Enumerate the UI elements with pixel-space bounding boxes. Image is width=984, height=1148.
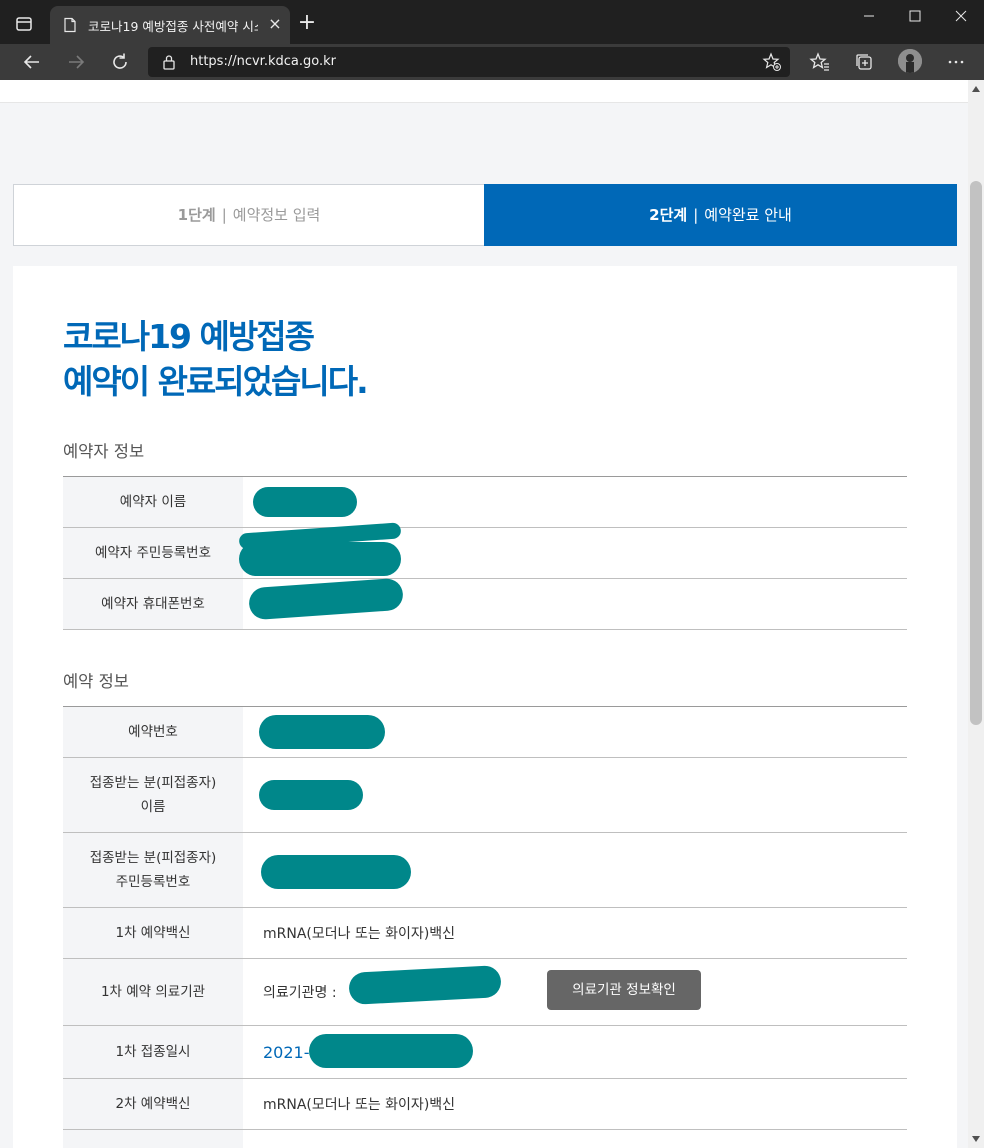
redaction-mark (259, 715, 385, 749)
back-icon[interactable] (20, 50, 44, 74)
row-value: mRNA(모더나 또는 화이자)백신 (263, 926, 456, 942)
scrollbar-thumb[interactable] (970, 181, 982, 725)
reservation-info-table: 예약번호 접종받는 분(피접종자) 이름 접종받는 분(피접종자) 주민등록번호… (63, 706, 907, 1148)
step-2-number: 2단계 (649, 206, 688, 224)
page-icon (64, 17, 76, 33)
completion-headline: 코로나19 예방접종 예약이 완료되었습니다. (63, 314, 369, 404)
redaction-mark (261, 855, 411, 889)
add-favorite-icon[interactable] (762, 52, 782, 72)
row-label: 1차 예약백신 (63, 908, 243, 958)
table-row: 1차 예약백신 mRNA(모더나 또는 화이자)백신 (63, 908, 907, 959)
step-1-number: 1단계 (177, 206, 216, 224)
step-2-separator: | (693, 206, 699, 224)
more-options-icon[interactable] (944, 50, 968, 74)
step-2-label: 예약완료 안내 (704, 206, 792, 224)
row-value (243, 1130, 907, 1148)
scroll-down-arrow-icon[interactable] (972, 1136, 980, 1142)
table-row: 2차 예약백신 mRNA(모더나 또는 화이자)백신 (63, 1079, 907, 1130)
redaction-mark (259, 780, 363, 810)
row-label: 1차 예약 의료기관 (63, 959, 243, 1025)
profile-avatar[interactable] (898, 49, 922, 73)
row-label: 예약자 주민등록번호 (63, 528, 243, 578)
close-window-button[interactable] (938, 0, 984, 32)
maximize-button[interactable] (892, 0, 938, 32)
browser-toolbar: https://ncvr.kdca.go.kr (0, 44, 984, 80)
scroll-up-arrow-icon[interactable] (972, 86, 980, 92)
page-viewport: 1단계 | 예약정보 입력 2단계 | 예약완료 안내 코로나19 예방접종 예약이 완… (0, 80, 968, 1148)
table-row: 접종받는 분(피접종자) 이름 (63, 758, 907, 833)
redaction-mark (309, 1034, 473, 1068)
browser-titlebar: 코로나19 예방접종 사전예약 시스템 × + (0, 0, 984, 44)
redaction-mark (239, 542, 401, 576)
redaction-mark (253, 487, 357, 517)
row-label: 2차 예약백신 (63, 1079, 243, 1129)
page-scrollbar[interactable] (968, 80, 984, 1148)
lock-icon[interactable] (162, 54, 176, 70)
reserver-info-table: 예약자 이름 예약자 주민등록번호 예약자 휴대폰번호 (63, 476, 907, 630)
table-row: 1차 예약 의료기관 의료기관명 : 의료기관 정보확인 (63, 959, 907, 1026)
tab-actions-icon[interactable] (14, 14, 34, 34)
row-label (63, 1130, 243, 1148)
header-strip (0, 80, 968, 103)
row-label: 1차 접종일시 (63, 1026, 243, 1078)
result-card: 코로나19 예방접종 예약이 완료되었습니다. 예약자 정보 예약자 이름 예약… (13, 266, 957, 1148)
headline-line-2: 예약이 완료되었습니다. (63, 362, 369, 401)
browser-tab[interactable]: 코로나19 예방접종 사전예약 시스템 × (50, 6, 290, 44)
refresh-icon[interactable] (108, 50, 132, 74)
row-value: mRNA(모더나 또는 화이자)백신 (263, 1097, 456, 1113)
table-row: 예약자 주민등록번호 (63, 522, 907, 579)
minimize-button[interactable] (846, 0, 892, 32)
table-row: 예약번호 (63, 707, 907, 758)
table-row: 접종받는 분(피접종자) 주민등록번호 (63, 833, 907, 908)
new-tab-button[interactable]: + (296, 12, 318, 35)
row-label: 예약자 이름 (63, 477, 243, 527)
address-bar[interactable]: https://ncvr.kdca.go.kr (148, 47, 790, 77)
reservation-section-title: 예약 정보 (63, 672, 129, 691)
tab-close-icon[interactable]: × (266, 15, 284, 33)
step-1: 1단계 | 예약정보 입력 (14, 185, 484, 245)
table-row: 예약자 휴대폰번호 (63, 577, 907, 630)
step-indicator: 1단계 | 예약정보 입력 2단계 | 예약완료 안내 (13, 184, 957, 246)
step-1-separator: | (221, 206, 227, 224)
collections-icon[interactable] (852, 50, 876, 74)
step-2-active: 2단계 | 예약완료 안내 (484, 184, 957, 246)
headline-line-1: 코로나19 예방접종 (63, 317, 315, 356)
row-label: 예약자 휴대폰번호 (63, 579, 243, 629)
row-label: 예약번호 (63, 707, 243, 757)
tab-title: 코로나19 예방접종 사전예약 시스템 (88, 19, 258, 34)
favorites-icon[interactable] (808, 50, 832, 74)
table-row (63, 1130, 907, 1148)
row-label: 접종받는 분(피접종자) 주민등록번호 (63, 833, 243, 907)
profile-picture-icon (898, 49, 922, 73)
table-row: 예약자 이름 (63, 477, 907, 528)
hospital-info-button[interactable]: 의료기관 정보확인 (547, 970, 701, 1010)
forward-icon[interactable] (64, 50, 88, 74)
table-row: 1차 접종일시 2021-0 (63, 1026, 907, 1079)
url-text[interactable]: https://ncvr.kdca.go.kr (190, 54, 336, 69)
row-label: 접종받는 분(피접종자) 이름 (63, 758, 243, 832)
reserver-section-title: 예약자 정보 (63, 442, 145, 461)
step-1-label: 예약정보 입력 (232, 206, 321, 224)
